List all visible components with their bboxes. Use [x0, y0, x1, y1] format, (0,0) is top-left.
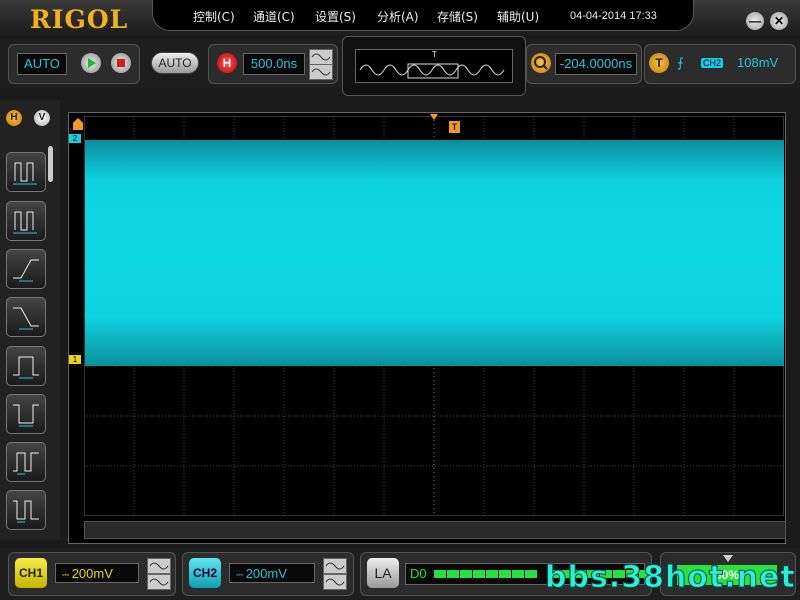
trigger-level[interactable]: 108mV [737, 55, 778, 70]
menu-setup[interactable]: 设置(S) [315, 8, 356, 25]
horizontal-scrollbar[interactable] [84, 521, 786, 539]
delay-panel: -204.0000ns [526, 44, 642, 84]
horizontal-badge[interactable]: H [217, 53, 237, 73]
watermark: bbs.38hot.net [545, 560, 796, 596]
negative-width-icon[interactable] [6, 394, 46, 434]
trigger-panel: T ⨍ CH2 108mV [644, 44, 796, 84]
stop-button[interactable] [111, 53, 131, 73]
ch2-sine-icon-2[interactable] [323, 574, 347, 590]
menu-utility[interactable]: 辅助(U) [497, 8, 539, 25]
close-button[interactable]: ✕ [770, 12, 788, 30]
ch1-offset-marker[interactable]: 1 [69, 355, 81, 364]
digital-led [525, 570, 537, 578]
digital-led [512, 570, 524, 578]
waveform-overview-panel: T [342, 36, 526, 96]
ch2-scale: 200mV [245, 566, 287, 581]
menu-storage[interactable]: 存储(S) [437, 8, 478, 25]
delay-field[interactable]: -204.0000ns [555, 53, 637, 75]
menu-channel[interactable]: 通道(C) [253, 8, 295, 25]
timebase-field[interactable]: 500.0ns [243, 53, 305, 75]
trigger-marker[interactable]: T [449, 121, 460, 133]
fall-time-icon[interactable] [6, 297, 46, 337]
rise-time-icon[interactable] [6, 249, 46, 289]
digital-led [447, 570, 459, 578]
ch2-scale-field[interactable]: ⎓ 200mV [229, 563, 315, 583]
positive-duty-icon[interactable] [6, 442, 46, 482]
digital-led [486, 570, 498, 578]
ch1-sine-icon[interactable] [147, 558, 171, 574]
run-control-panel: AUTO [8, 44, 140, 84]
positive-width-icon[interactable] [6, 346, 46, 386]
ch2-panel: CH2 ⎓ 200mV [182, 552, 354, 596]
digital-led [434, 570, 446, 578]
ch1-scale: 200mV [71, 566, 113, 581]
clock: 04-04-2014 17:33 [570, 10, 657, 22]
ch2-sine-icon[interactable] [323, 558, 347, 574]
digital-led [473, 570, 485, 578]
ch2-button[interactable]: CH2 [189, 558, 221, 588]
minimize-button[interactable]: — [746, 12, 764, 30]
run-button[interactable] [81, 53, 101, 73]
waveform-overview[interactable]: T [355, 49, 513, 83]
trigger-mode-display: AUTO [17, 53, 67, 75]
stop-icon [117, 59, 125, 67]
la-button[interactable]: LA [367, 558, 399, 588]
period-measure-icon[interactable] [6, 152, 46, 192]
tab-horizontal[interactable]: H [6, 110, 22, 126]
horizontal-panel: H 500.0ns [208, 44, 338, 84]
zoom-icon[interactable] [531, 53, 551, 73]
tab-vertical[interactable]: V [34, 110, 50, 126]
ch1-sine-icon-2[interactable] [147, 574, 171, 590]
negative-duty-icon[interactable] [6, 490, 46, 530]
rigol-logo: RIGOL [30, 5, 129, 34]
d0-label: D0 [410, 566, 427, 581]
ch1-scale-field[interactable]: ⎓ 200mV [55, 563, 139, 583]
digital-led [460, 570, 472, 578]
sidebar-scrollbar[interactable] [48, 146, 53, 182]
trigger-badge[interactable]: T [649, 53, 669, 73]
sine-icon[interactable] [309, 49, 333, 65]
sine-icon-2[interactable] [309, 64, 333, 80]
frequency-measure-icon[interactable] [6, 201, 46, 241]
menu-control[interactable]: 控制(C) [193, 8, 235, 25]
ch1-button[interactable]: CH1 [15, 558, 47, 588]
menu-analyze[interactable]: 分析(A) [377, 8, 419, 25]
auto-button[interactable]: AUTO [151, 52, 199, 74]
dc-coupling-icon-2: ⎓ [236, 570, 246, 580]
digital-led [499, 570, 511, 578]
trigger-slope-icon: ⨍ [677, 55, 684, 70]
play-icon [88, 58, 96, 68]
overview-trigger-mark: T [432, 50, 437, 59]
ch2-offset-marker[interactable]: 2 [69, 134, 81, 143]
ch2-waveform [85, 140, 784, 366]
trigger-source-badge: CH2 [701, 58, 724, 68]
dc-coupling-icon: ⎓ [62, 570, 72, 580]
ch1-panel: CH1 ⎓ 200mV [8, 552, 176, 596]
